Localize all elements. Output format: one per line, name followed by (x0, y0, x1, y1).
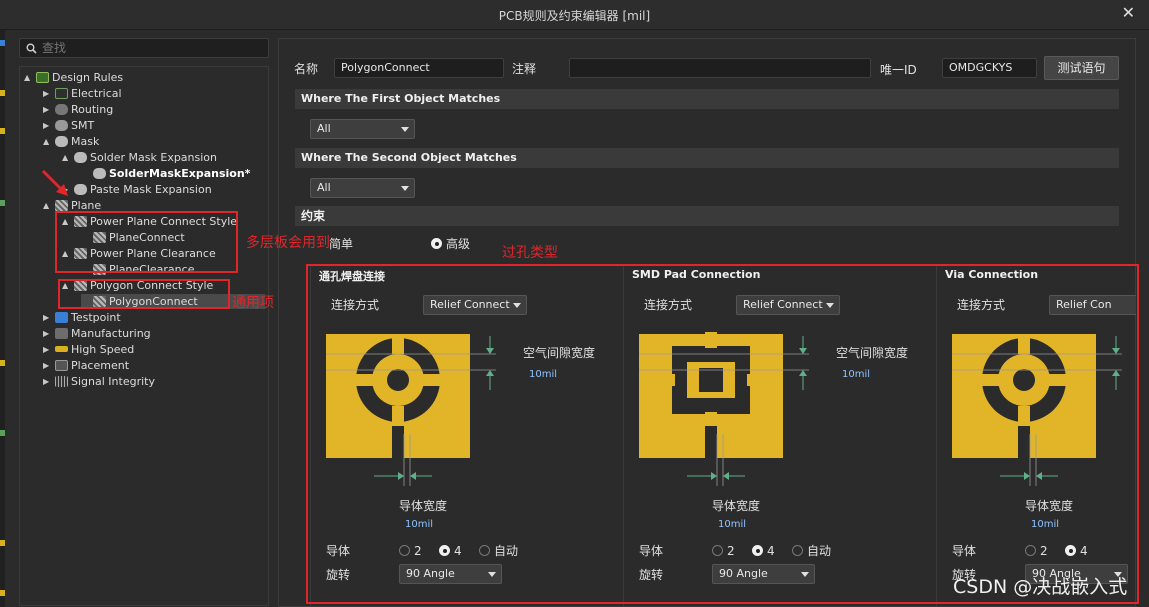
search-box[interactable] (19, 38, 269, 58)
annotation-multilayer: 多层板会用到 (246, 235, 330, 251)
tree-item[interactable]: ▶ SMT (43, 118, 94, 133)
mask-icon (74, 152, 87, 163)
tree-item[interactable]: ▶Paste Mask Expansion (62, 182, 212, 197)
tree-item-label: Electrical (71, 87, 122, 100)
first-object-dropdown[interactable]: All (310, 119, 415, 139)
mode-advanced-label: 高级 (446, 237, 471, 251)
tree-item[interactable]: ▶ Electrical (43, 86, 122, 101)
tree-item-label: Testpoint (71, 311, 121, 324)
annotation-common: 通用项 (232, 295, 274, 311)
collapse-arrow-icon[interactable]: ▶ (43, 326, 53, 341)
name-input[interactable]: PolygonConnect (334, 58, 504, 78)
search-icon (26, 43, 37, 54)
tree-item-label: Mask (71, 135, 100, 148)
mode-simple-label: 简单 (329, 237, 354, 251)
second-object-value: All (317, 181, 331, 194)
chevron-down-icon (401, 186, 409, 191)
plane-icon (55, 200, 68, 211)
annotation-box-polygon (58, 279, 230, 309)
second-object-heading: Where The Second Object Matches (295, 148, 1119, 168)
tree-item-label: Design Rules (52, 71, 124, 84)
placement-icon (55, 360, 68, 371)
tree-item[interactable]: ▲ Mask (43, 134, 99, 149)
left-edge-strip (0, 30, 5, 607)
tree-item-label: Solder Mask Expansion (90, 151, 218, 164)
mask-icon (74, 184, 87, 195)
collapse-arrow-icon[interactable]: ▶ (43, 118, 53, 133)
name-label: 名称 (294, 62, 319, 76)
routing-icon (55, 104, 68, 115)
tree-item-label: SMT (71, 119, 95, 132)
high-speed-icon (55, 346, 68, 352)
signal-integrity-icon (55, 376, 68, 387)
title-bar: PCB规则及约束编辑器 [mil] ✕ (0, 0, 1149, 30)
collapse-arrow-icon[interactable]: ▶ (43, 310, 53, 325)
search-input[interactable] (42, 40, 262, 56)
close-icon[interactable]: ✕ (1122, 3, 1135, 22)
tree-item[interactable]: ▶ Testpoint (43, 310, 121, 325)
tree-item[interactable]: ▲ Design Rules (24, 70, 123, 85)
collapse-arrow-icon[interactable]: ▶ (43, 358, 53, 373)
smt-icon (55, 120, 68, 131)
first-object-value: All (317, 122, 331, 135)
tree-item-label: Paste Mask Expansion (90, 183, 212, 196)
radio-selected-icon (431, 238, 442, 249)
chevron-down-icon (401, 127, 409, 132)
mode-simple-radio[interactable]: 简单 (329, 237, 353, 251)
watermark: CSDN @决战嵌入式 (953, 576, 1128, 598)
tree-item-label: Placement (71, 359, 130, 372)
tree-item-label: High Speed (71, 343, 135, 356)
tree-item[interactable]: ▶ Manufacturing (43, 326, 151, 341)
testpoint-icon (55, 312, 68, 323)
test-query-button[interactable]: 测试语句 (1044, 56, 1119, 80)
collapse-arrow-icon[interactable]: ▶ (43, 102, 53, 117)
collapse-arrow-icon[interactable]: ▶ (43, 374, 53, 389)
expand-arrow-icon[interactable]: ▲ (62, 150, 72, 165)
unique-id-label: 唯一ID (880, 63, 917, 77)
annotation-box-plane (55, 211, 238, 273)
expand-arrow-icon[interactable]: ▲ (43, 198, 53, 213)
tree-item[interactable]: ▶ High Speed (43, 342, 134, 357)
manufacturing-icon (55, 328, 68, 339)
tree-item-label: Routing (71, 103, 114, 116)
rules-navigation-panel: ▲ Design Rules ▶ Electrical ▶ Routing ▶ SMT ▲ Mas… (12, 34, 272, 607)
tree-item[interactable]: SolderMaskExpansion* (81, 166, 250, 181)
second-object-dropdown[interactable]: All (310, 178, 415, 198)
comment-label: 注释 (512, 62, 537, 76)
electrical-icon (55, 88, 68, 99)
mask-icon (93, 168, 106, 179)
mask-icon (55, 136, 68, 147)
comment-input[interactable] (569, 58, 871, 78)
tree-item[interactable]: ▶ Routing (43, 102, 113, 117)
rules-tree: ▲ Design Rules ▶ Electrical ▶ Routing ▶ SMT ▲ Mas… (19, 66, 269, 606)
collapse-arrow-icon[interactable]: ▶ (43, 86, 53, 101)
tree-item[interactable]: ▶ Placement (43, 358, 129, 373)
tree-item-label: Signal Integrity (71, 375, 155, 388)
mode-advanced-radio[interactable]: 高级 (431, 237, 470, 251)
design-rules-icon (36, 72, 49, 83)
constraints-heading: 约束 (295, 206, 1119, 226)
annotation-box-connections (306, 264, 1139, 604)
annotation-via-type: 过孔类型 (502, 245, 558, 261)
tree-item-label: Manufacturing (71, 327, 151, 340)
tree-item[interactable]: ▶ Signal Integrity (43, 374, 155, 389)
tree-item-label: SolderMaskExpansion* (109, 167, 251, 180)
annotation-arrow-icon (41, 169, 68, 196)
expand-arrow-icon[interactable]: ▲ (24, 70, 34, 85)
window-title: PCB规则及约束编辑器 [mil] (498, 9, 651, 23)
tree-item[interactable]: ▲ Solder Mask Expansion (62, 150, 217, 165)
first-object-heading: Where The First Object Matches (295, 89, 1119, 109)
collapse-arrow-icon[interactable]: ▶ (43, 342, 53, 357)
expand-arrow-icon[interactable]: ▲ (43, 134, 53, 149)
unique-id-input[interactable]: OMDGCKYS (942, 58, 1037, 78)
